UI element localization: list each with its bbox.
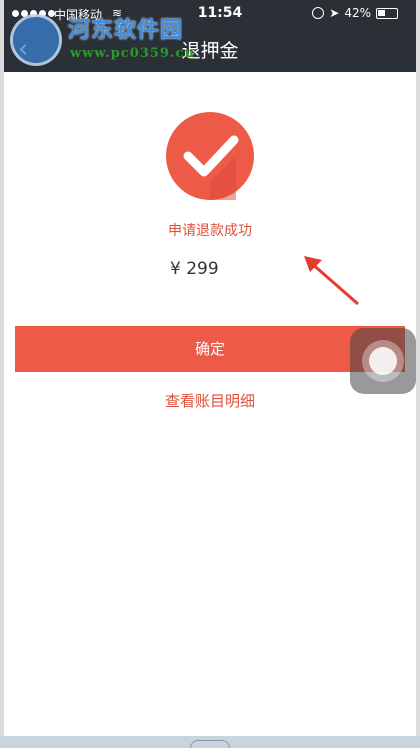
refund-amount: ¥ 299 xyxy=(170,259,219,279)
red-arrow-icon xyxy=(304,256,359,306)
battery-percent: 42% xyxy=(344,6,371,20)
watermark-name: 河东软件园 xyxy=(68,17,184,43)
location-icon: ➤ xyxy=(329,6,340,20)
phone-screen: 中国移动 ≋ 11:54 ➤ 42% ‹ 退押金 河东软件园 www.pc035… xyxy=(4,0,416,748)
status-time: 11:54 xyxy=(197,5,243,21)
watermark-logo-icon xyxy=(10,14,62,66)
rotation-lock-icon xyxy=(312,7,325,19)
status-bar: 中国移动 ≋ 11:54 ➤ 42% xyxy=(4,0,416,28)
nav-bar: ‹ 退押金 xyxy=(4,28,416,72)
assistive-touch-icon[interactable] xyxy=(350,328,416,394)
view-account-details-link[interactable]: 查看账目明细 xyxy=(4,390,416,411)
home-indicator xyxy=(190,740,230,748)
battery-icon xyxy=(376,7,398,19)
assistive-touch-dot xyxy=(369,347,397,375)
status-right-group: ➤ 42% xyxy=(312,6,398,20)
confirm-button[interactable]: 确定 xyxy=(15,326,405,372)
watermark-url: www.pc0359.cn xyxy=(70,46,195,61)
header-bar: 中国移动 ≋ 11:54 ➤ 42% ‹ 退押金 河东软件园 www.pc035… xyxy=(4,0,416,72)
page-title: 退押金 xyxy=(181,40,239,62)
checkmark-circle-icon xyxy=(166,112,254,200)
refund-success-message: 申请退款成功 xyxy=(168,223,252,239)
